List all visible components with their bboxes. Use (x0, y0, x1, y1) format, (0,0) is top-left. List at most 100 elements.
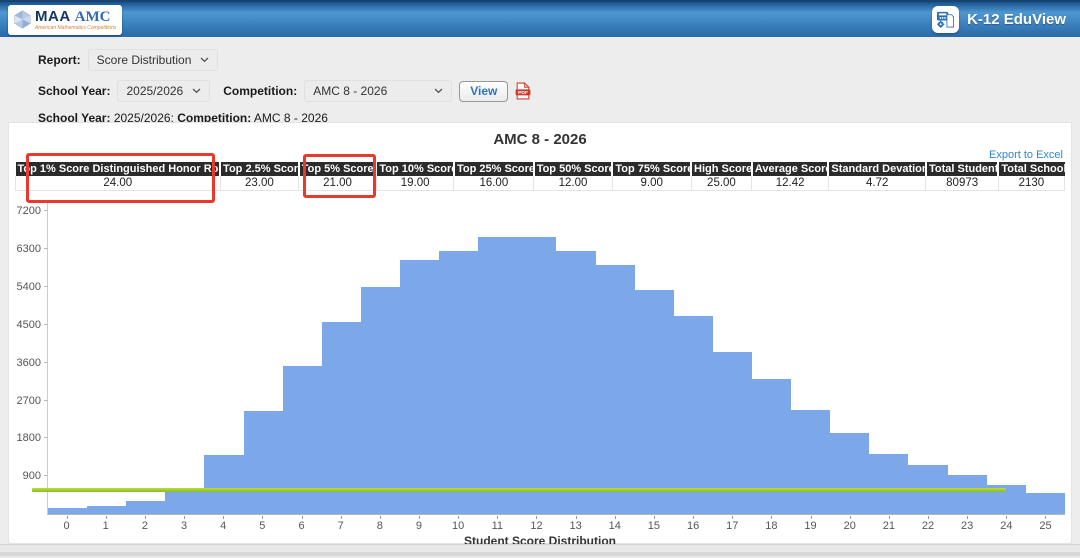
logo-amc-text: AMC (75, 10, 111, 25)
x-tick-3: 3 (164, 516, 203, 532)
stats-value-cell-6: 12.00 (534, 176, 613, 191)
app-title: K-12 EduView (967, 11, 1066, 28)
bar-score-10 (439, 251, 478, 514)
export-pdf-icon[interactable]: PDF (515, 82, 531, 100)
bar-score-13 (556, 251, 595, 514)
logo-maa-text: MAA (35, 9, 71, 24)
bar-score-25 (1026, 493, 1065, 514)
stats-header-cell-11: Total Students (926, 162, 998, 176)
bar-score-5 (244, 411, 283, 514)
x-tick-4: 4 (204, 516, 243, 532)
x-tick-16: 16 (674, 516, 713, 532)
y-tick-4500: 4500 (17, 319, 41, 331)
score-distribution-chart: 9001800270036004500540063007200 (47, 202, 1065, 515)
x-tick-0: 0 (47, 516, 86, 532)
stats-header-cell-9: Average Score (752, 162, 829, 176)
x-axis-labels: 0123456789101112131415161718192021222324… (47, 516, 1065, 532)
x-tick-17: 17 (713, 516, 752, 532)
stats-header-cell-4: Top 10% Score (376, 162, 454, 176)
view-button[interactable]: View (459, 81, 508, 102)
stats-header-row: Top 1% Score Distinguished Honor RollTop… (16, 162, 1065, 176)
bar-score-7 (322, 322, 361, 514)
x-tick-25: 25 (1026, 516, 1065, 532)
school-year-select[interactable]: 2025/2026 (117, 80, 210, 102)
x-tick-7: 7 (321, 516, 360, 532)
x-tick-8: 8 (360, 516, 399, 532)
x-tick-13: 13 (556, 516, 595, 532)
school-year-label: School Year: (38, 84, 110, 98)
app-identity: K-12 EduView (932, 6, 1066, 33)
eduview-app-icon (932, 6, 959, 33)
stats-header-cell-3: Top 5% Score (299, 162, 377, 176)
bar-score-15 (635, 290, 674, 514)
y-tick-5400: 5400 (17, 281, 41, 293)
chevron-down-icon (192, 88, 201, 94)
bars (48, 202, 1065, 514)
bar-score-23 (948, 475, 987, 514)
stats-header-cell-5: Top 25% Score (454, 162, 534, 176)
stats-header-cell-7: Top 75% Score (612, 162, 691, 176)
report-panel: AMC 8 - 2026 Export to Excel Top 1% Scor… (8, 122, 1072, 544)
export-to-excel-link[interactable]: Export to Excel (9, 149, 1063, 161)
report-label: Report: (38, 53, 81, 67)
x-tick-10: 10 (439, 516, 478, 532)
stats-header-cell-12: Total Schools (998, 162, 1064, 176)
competition-label: Competition: (223, 84, 297, 98)
y-tick-1800: 1800 (17, 432, 41, 444)
chevron-down-icon (434, 88, 443, 94)
y-tick-900: 900 (23, 470, 41, 482)
reference-line (32, 488, 1006, 492)
stats-value-cell-4: 19.00 (376, 176, 454, 191)
stats-header-cell-10: Standard Devation (828, 162, 926, 176)
x-tick-9: 9 (399, 516, 438, 532)
x-tick-19: 19 (791, 516, 830, 532)
stats-value-cell-2: 23.00 (220, 176, 299, 191)
chevron-down-icon (200, 57, 209, 63)
stats-value-cell-3: 21.00 (299, 176, 377, 191)
x-tick-20: 20 (830, 516, 869, 532)
x-tick-11: 11 (478, 516, 517, 532)
stats-table: Top 1% Score Distinguished Honor RollTop… (15, 162, 1065, 191)
bar-score-2 (126, 501, 165, 514)
y-tick-6300: 6300 (17, 243, 41, 255)
x-tick-12: 12 (517, 516, 556, 532)
report-controls: Report: Score Distribution School Year: … (0, 37, 1080, 125)
svg-text:PDF: PDF (518, 90, 528, 96)
x-tick-1: 1 (86, 516, 125, 532)
x-tick-14: 14 (595, 516, 634, 532)
stats-header-cell-2: Top 2.5% Score (220, 162, 299, 176)
maa-amc-logo[interactable]: MAA AMC American Mathematics Competition… (8, 5, 122, 35)
stats-value-row: 24.0023.0021.0019.0016.0012.009.0025.001… (16, 176, 1065, 191)
x-tick-24: 24 (987, 516, 1026, 532)
stats-value-cell-5: 16.00 (454, 176, 534, 191)
maa-gem-icon (13, 10, 32, 29)
logo-tagline: American Mathematics Competitions (35, 26, 116, 31)
x-tick-6: 6 (282, 516, 321, 532)
bar-score-0 (48, 508, 87, 514)
stats-value-cell-11: 80973 (926, 176, 998, 191)
stats-value-cell-12: 2130 (998, 176, 1064, 191)
x-tick-15: 15 (634, 516, 673, 532)
stats-value-cell-1: 24.00 (16, 176, 221, 191)
bar-score-11 (478, 237, 517, 514)
x-tick-22: 22 (908, 516, 947, 532)
stats-value-cell-10: 4.72 (828, 176, 926, 191)
stats-value-cell-8: 25.00 (691, 176, 752, 191)
bar-score-20 (830, 433, 869, 514)
report-select[interactable]: Score Distribution (88, 49, 219, 71)
stats-value-cell-7: 9.00 (612, 176, 691, 191)
competition-select[interactable]: AMC 8 - 2026 (304, 80, 452, 102)
bar-score-4 (204, 455, 243, 514)
bar-score-12 (517, 237, 556, 514)
bottom-scroll-strip[interactable] (0, 544, 1080, 558)
bar-score-19 (791, 410, 830, 514)
y-tick-7200: 7200 (17, 205, 41, 217)
x-tick-18: 18 (752, 516, 791, 532)
y-tick-2700: 2700 (17, 395, 41, 407)
bar-score-1 (87, 506, 126, 514)
y-tick-3600: 3600 (17, 357, 41, 369)
bar-score-16 (674, 316, 713, 514)
bar-score-18 (752, 379, 791, 514)
stats-value-cell-9: 12.42 (752, 176, 829, 191)
x-tick-5: 5 (243, 516, 282, 532)
